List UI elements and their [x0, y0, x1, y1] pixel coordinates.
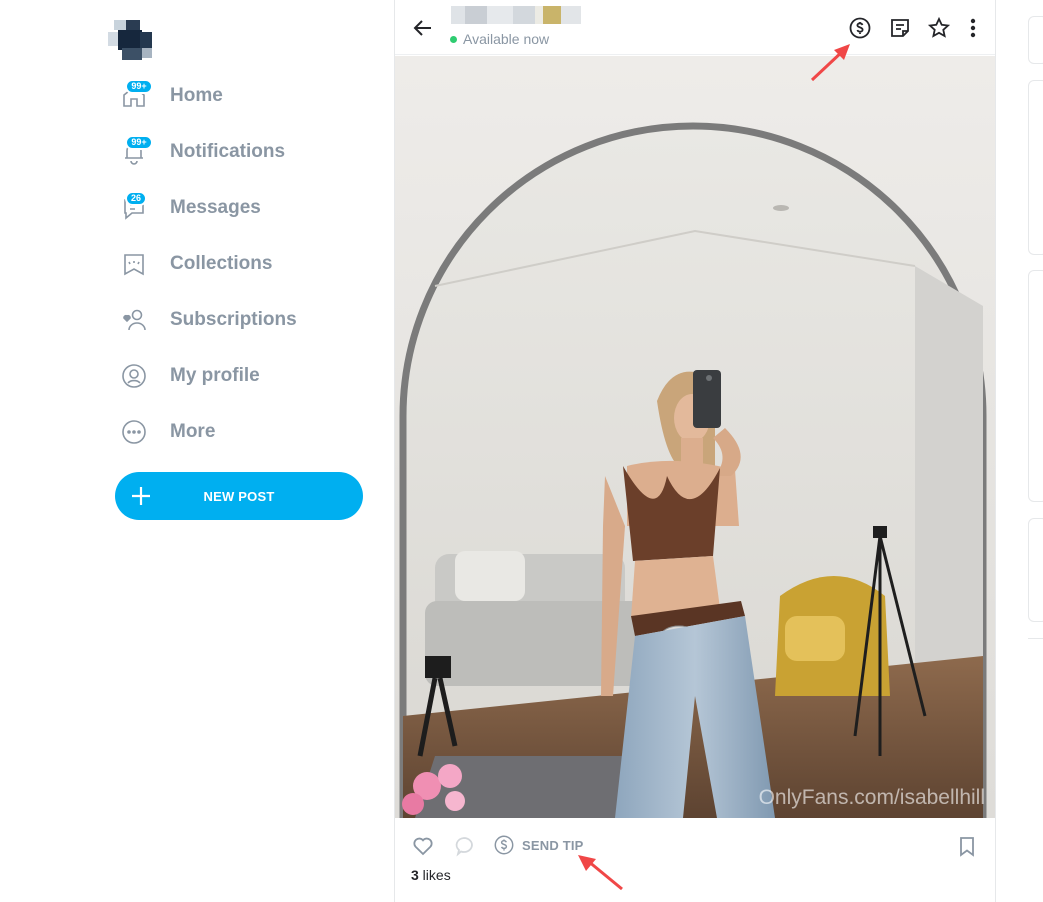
status-text: Available now	[463, 31, 550, 47]
divider	[1028, 638, 1043, 639]
user-heart-icon	[123, 309, 146, 331]
right-card[interactable]	[1028, 16, 1043, 64]
post-image[interactable]: OnlyFans.com/isabellhill	[395, 56, 995, 818]
right-card[interactable]	[1028, 80, 1043, 255]
likes-count[interactable]: 3 likes	[411, 867, 451, 883]
page: 99+ Home 99+ Notifications 26 Messages C…	[0, 0, 1043, 902]
post-image-illustration	[395, 56, 995, 818]
sidebar-item-label: Collections	[170, 253, 273, 274]
new-post-button[interactable]: NEW POST	[115, 472, 363, 520]
notifications-badge: 99+	[125, 135, 153, 150]
online-dot-icon	[450, 35, 457, 43]
creator-name-redacted[interactable]	[451, 6, 601, 26]
dollar-circle-icon	[494, 835, 514, 855]
bookmark-stars-icon	[124, 254, 144, 276]
sidebar-item-collections[interactable]: Collections	[117, 236, 377, 292]
sidebar-item-my-profile[interactable]: My profile	[117, 348, 377, 404]
dollar-circle-icon[interactable]	[848, 16, 872, 40]
sidebar-item-label: Home	[170, 85, 223, 106]
sidebar-item-subscriptions[interactable]: Subscriptions	[117, 292, 377, 348]
home-badge: 99+	[125, 79, 153, 94]
likes-number: 3	[411, 867, 419, 883]
user-avatar[interactable]	[108, 20, 154, 60]
heart-icon[interactable]	[411, 834, 435, 858]
sidebar-item-label: More	[170, 421, 216, 442]
send-tip-button[interactable]: SEND TIP	[493, 834, 584, 856]
right-card[interactable]	[1028, 518, 1043, 622]
send-tip-label: SEND TIP	[522, 837, 584, 853]
back-arrow-icon[interactable]	[411, 16, 435, 40]
sidebar-item-label: Subscriptions	[170, 309, 297, 330]
star-icon[interactable]	[927, 16, 951, 40]
watermark: OnlyFans.com/isabellhill	[758, 786, 985, 809]
sidebar-item-label: Notifications	[170, 141, 286, 162]
profile-circle-icon	[122, 364, 146, 388]
bookmark-icon[interactable]	[955, 834, 979, 858]
sidebar-item-messages[interactable]: 26 Messages	[117, 180, 377, 236]
sidebar-nav: 99+ Home 99+ Notifications 26 Messages C…	[117, 68, 377, 460]
sidebar-item-home[interactable]: 99+ Home	[117, 68, 377, 124]
more-circle-icon	[122, 420, 146, 444]
messages-badge: 26	[125, 191, 148, 206]
sidebar-item-label: My profile	[170, 365, 260, 386]
sidebar-item-more[interactable]: More	[117, 404, 377, 460]
right-card[interactable]	[1028, 270, 1043, 502]
post-header: Available now	[395, 0, 995, 55]
likes-suffix: likes	[418, 867, 451, 883]
kebab-menu-icon[interactable]	[961, 16, 985, 40]
plus-icon	[129, 484, 153, 508]
sidebar-item-notifications[interactable]: 99+ Notifications	[117, 124, 377, 180]
online-status: Available now	[450, 31, 549, 47]
note-icon[interactable]	[888, 16, 912, 40]
sidebar-item-label: Messages	[170, 197, 261, 218]
post-actions: SEND TIP	[395, 818, 995, 870]
sidebar: 99+ Home 99+ Notifications 26 Messages C…	[0, 0, 394, 902]
post-view: Available now OnlyFans.com/isabellhill S…	[394, 0, 996, 902]
comment-icon[interactable]	[452, 834, 476, 858]
